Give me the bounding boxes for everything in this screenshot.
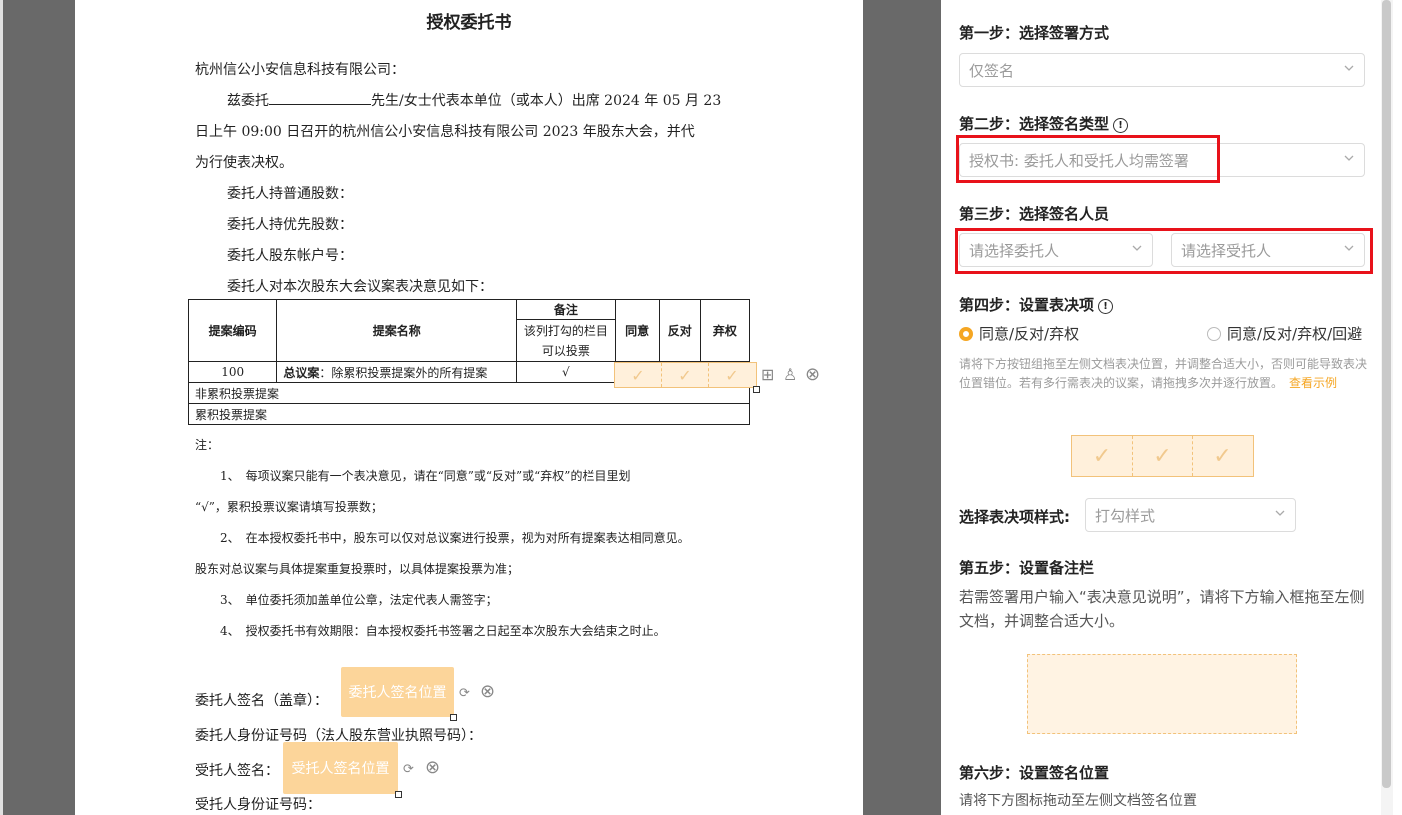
info-icon[interactable]: ! [1098,299,1114,314]
note2-b: 股东对总议案与具体提案重复投票时，以具体提案投票为准； [195,562,520,576]
info-icon[interactable]: ! [1113,118,1129,133]
row1-note: √ [516,361,616,383]
doc-opinion: 委托人对本次股东大会议案表决意见如下： [227,279,493,295]
check-icon: ✓ [1072,436,1133,476]
note4: 4、 授权委托书有效期限：自本授权委托书签署之日起至本次股东大会结束之时止。 [220,624,666,638]
radio-option-1-label: 同意/反对/弃权 [979,325,1080,343]
sign-method-select[interactable]: 仅签名 [959,53,1365,87]
th-note-sub: 该列打勾的栏目可以投票 [516,319,616,362]
viewer-gutter [863,0,941,815]
rotate-icon[interactable]: ⟳ [459,686,470,702]
radio-option-1[interactable]: 同意/反对/弃权 [959,323,1079,344]
check-icon: ✓ [1133,436,1193,476]
principal-resize-handle[interactable] [450,714,457,721]
step2-title-text: 第二步：选择签名类型 [959,115,1110,133]
th-abstain: 弃权 [699,299,751,362]
close-icon[interactable]: ⊗ [805,366,820,384]
view-example-link[interactable]: 查看示例 [1289,376,1337,390]
remark-input-draggable[interactable] [1027,654,1297,734]
radio-option-2[interactable]: 同意/反对/弃权/回避 [1207,323,1362,344]
check-agree-icon: ✓ [615,363,662,387]
th-name: 提案名称 [276,299,518,362]
step6-desc: 请将下方图标拖动至左侧文档签名位置 [959,793,1197,809]
doc-title: 授权委托书 [426,13,512,33]
principal-sign-block[interactable]: 委托人签名位置 [341,667,454,717]
step4-title: 第四步：设置表决项! [959,294,1114,315]
check-against-icon: ✓ [662,363,709,387]
vote-style-label: 选择表决项样式: [959,508,1070,526]
chevron-down-icon [1344,155,1354,161]
row3: 累积投票提案 [188,403,750,425]
panel-scroll-thumb[interactable] [1382,0,1391,788]
note1-a: 1、 每项议案只能有一个表决意见，请在“同意”或“反对”或“弃权”的栏目里划 [220,469,631,483]
check-abstain-icon: ✓ [725,365,739,385]
chevron-down-icon [1344,65,1354,71]
agent-close-icon[interactable]: ⊗ [425,759,440,777]
copy-icon[interactable]: ⊞ [761,367,774,383]
placed-vote-boxes[interactable]: ✓ ✓ ✓ [614,362,757,388]
agent-sign-block[interactable]: 受托人签名位置 [283,742,398,794]
document-page: 授权委托书 杭州信公小安信息科技有限公司： 兹委托 先生/女士代表本单位（或本人）… [75,0,863,815]
doc-para1: 兹委托 先生/女士代表本单位（或本人）出席 2024 年 05 月 23 [227,90,721,110]
para1-a: 兹委托 [227,93,269,109]
sign-method-value: 仅签名 [969,61,1015,80]
vote-style-value: 打勾样式 [1095,506,1156,525]
radio-unselected-icon [1207,326,1221,341]
chevron-down-icon [1275,510,1285,516]
step5-desc: 若需签署用户输入“表决意见说明”，请将下方输入框拖至左侧文档，并调整合适大小。 [959,588,1365,630]
step6-title: 第六步：设置签名位置 [959,764,1110,782]
step4-hint: 请将下方按钮组拖至左侧文档表决位置，并调整合适大小，否则可能导致表决位置错位。若… [959,355,1369,393]
th-note: 备注 [516,299,616,320]
principal-close-icon[interactable]: ⊗ [480,683,495,701]
vote-button-group[interactable]: ✓ ✓ ✓ [1071,435,1254,477]
step3-title: 第三步：选择签名人员 [959,205,1110,223]
highlight-box-step3 [955,228,1373,274]
doc-common-shares: 委托人持普通股数： [227,186,353,202]
row1-name-rest: ：除累积投票提案外的所有提案 [319,365,488,380]
agent-resize-handle[interactable] [395,791,402,798]
note3: 3、 单位委托须加盖单位公章，法定代表人需签字； [220,593,498,607]
row1-name-bold: 总议案 [283,365,320,380]
th-agree: 同意 [614,299,660,362]
th-code: 提案编码 [187,299,278,362]
para1-b: 先生/女士代表本单位（或本人）出席 2024 年 05 月 23 [371,93,722,109]
viewer-edge [0,0,3,815]
step2-title: 第二步：选择签名类型! [959,113,1129,134]
doc-para1-line2: 日上午 09:00 日召开的杭州信公小安信息科技有限公司 2023 年股东大会，… [195,124,695,140]
resize-handle[interactable] [753,386,760,393]
th-against: 反对 [658,299,701,362]
agent-rotate-icon[interactable]: ⟳ [403,762,414,778]
note-title: 注： [195,438,220,452]
user-icon[interactable]: ♙ [783,367,797,383]
vote-style-select[interactable]: 打勾样式 [1085,498,1296,532]
radio-selected-icon [959,326,973,341]
doc-account: 委托人股东帐户号： [227,248,353,264]
agent-id-label: 受托人身份证号码： [195,797,321,813]
note1-b: “√”，累积投票议案请填写投票数； [195,500,383,514]
check-icon: ✓ [1213,443,1232,469]
agent-sign-label: 受托人签名： [195,763,279,779]
note2-a: 2、 在本授权委托书中，股东可以仅对总议案进行投票，视为对所有提案表达相同意见。 [220,531,690,545]
step4-title-text: 第四步：设置表决项 [959,296,1095,314]
row1-code: 100 [187,361,278,383]
doc-preferred-shares: 委托人持优先股数： [227,217,353,233]
highlight-box-step2 [956,135,1220,183]
step1-title: 第一步：选择签署方式 [959,24,1110,42]
radio-option-2-label: 同意/反对/弃权/回避 [1227,325,1363,343]
doc-addressee: 杭州信公小安信息科技有限公司： [195,62,405,78]
step5-title: 第五步：设置备注栏 [959,559,1095,577]
principal-sign-label: 委托人签名（盖章）： [195,693,328,709]
doc-para1-line3: 为行使表决权。 [195,155,293,171]
delegate-blank [269,90,371,105]
row1-name: 总议案：除累积投票提案外的所有提案 [276,361,518,383]
